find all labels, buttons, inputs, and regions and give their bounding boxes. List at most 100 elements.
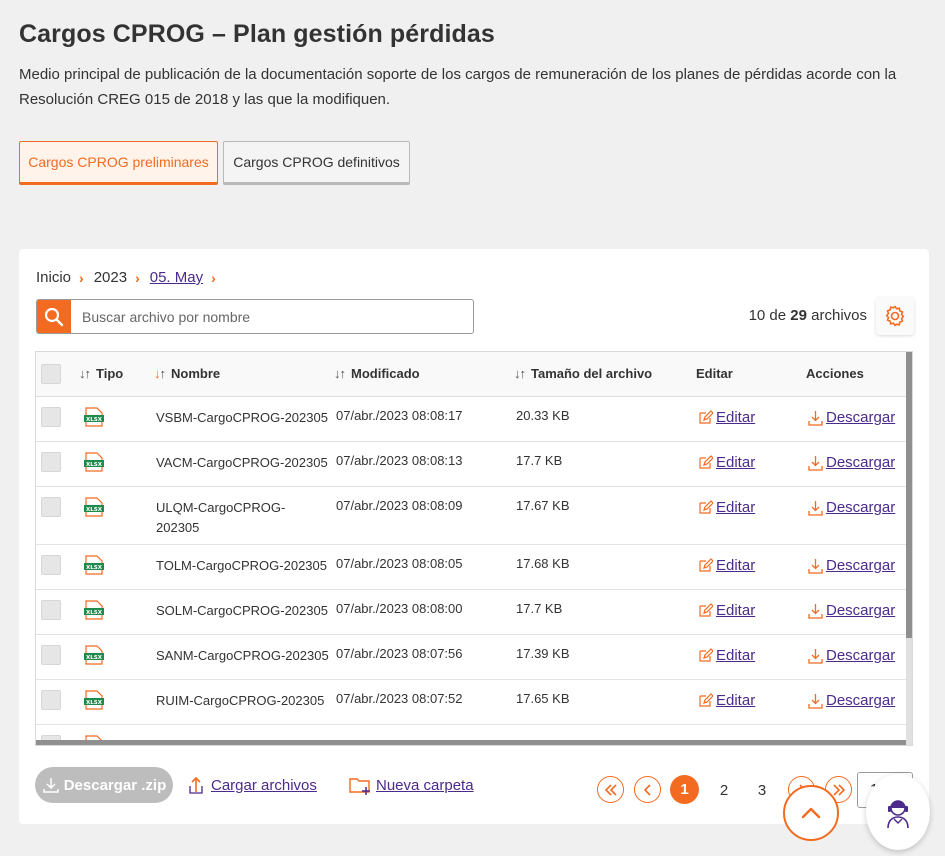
xlsx-file-icon: XLSX [84,600,104,620]
svg-text:XLSX: XLSX [86,700,103,706]
svg-text:XLSX: XLSX [86,565,103,571]
files-table: ↓↑ Tipo ↓↑ Nombre ↓↑ Modificado ↓↑ Tamañ… [35,351,913,746]
download-link[interactable]: Descargar [808,692,895,709]
edit-link[interactable]: Editar [698,557,755,574]
file-name[interactable]: TOLM-CargoCPROG-202305 [156,556,331,576]
download-icon [808,648,823,664]
row-checkbox[interactable] [41,645,61,665]
page-2-button[interactable]: 2 [709,776,739,804]
edit-link[interactable]: Editar [698,602,755,619]
tab-cargos-definitivos[interactable]: Cargos CPROG definitivos [223,141,410,185]
download-icon [808,410,823,426]
file-name[interactable]: VSBM-CargoCPROG-202305 [156,408,331,428]
horizontal-scrollbar[interactable] [36,740,906,745]
sort-icon: ↓↑ [334,366,346,381]
edit-link[interactable]: Editar [698,499,755,516]
row-checkbox[interactable] [41,555,61,575]
xlsx-file-icon: XLSX [84,497,104,517]
search-icon [44,307,64,326]
svg-text:XLSX: XLSX [86,507,103,513]
download-icon [808,500,823,516]
upload-files-link[interactable]: Cargar archivos [187,775,317,795]
row-checkbox[interactable] [41,407,61,427]
header-editar: Editar [696,366,733,381]
edit-link[interactable]: Editar [698,647,755,664]
header-modificado[interactable]: ↓↑ Modificado [334,366,420,381]
page-title: Cargos CPROG – Plan gestión pérdidas [19,20,495,48]
download-icon [42,778,59,793]
table-row: XLSX RUIM-CargoCPROG-202305 07/abr./2023… [36,680,906,725]
download-link[interactable]: Descargar [808,647,895,664]
table-row: XLSX SANM-CargoCPROG-202305 07/abr./2023… [36,635,906,680]
file-modified: 07/abr./2023 08:08:09 [336,498,463,513]
header-tipo[interactable]: ↓↑ Tipo [79,366,123,381]
gear-icon [885,305,905,327]
scroll-to-top-button[interactable] [783,785,839,841]
settings-button[interactable] [876,297,914,335]
page-description: Medio principal de publicación de la doc… [19,66,897,108]
xlsx-file-icon: XLSX [84,690,104,710]
file-size: 17.67 KB [516,498,570,513]
row-checkbox[interactable] [41,452,61,472]
header-acciones: Acciones [806,366,864,381]
file-name[interactable]: RUIM-CargoCPROG-202305 [156,691,331,711]
svg-text:XLSX: XLSX [86,462,103,468]
xlsx-file-icon: XLSX [84,452,104,472]
chevron-right-icon: › [211,269,216,286]
edit-link[interactable]: Editar [698,692,755,709]
row-checkbox[interactable] [41,690,61,710]
file-name[interactable]: VACM-CargoCPROG-202305 [156,453,331,473]
file-modified: 07/abr./2023 08:08:00 [336,601,463,616]
file-name[interactable]: SANM-CargoCPROG-202305 [156,646,331,666]
table-row: XLSX TOLM-CargoCPROG-202305 07/abr./2023… [36,545,906,590]
download-link[interactable]: Descargar [808,557,895,574]
edit-link[interactable]: Editar [698,409,755,426]
edit-link[interactable]: Editar [698,454,755,471]
breadcrumb-month[interactable]: 05. May [150,269,203,286]
file-name[interactable]: SOLM-CargoCPROG-202305 [156,601,331,621]
breadcrumb-year[interactable]: 2023 [94,269,127,286]
row-checkbox[interactable] [41,497,61,517]
file-size: 20.33 KB [516,408,570,423]
header-nombre[interactable]: ↓↑ Nombre [154,366,220,381]
page-1-button[interactable]: 1 [670,775,699,804]
table-header: ↓↑ Tipo ↓↑ Nombre ↓↑ Modificado ↓↑ Tamañ… [36,352,906,397]
download-link[interactable]: Descargar [808,499,895,516]
download-zip-button[interactable]: Descargar .zip [35,767,173,803]
page-3-button[interactable]: 3 [747,776,777,804]
file-size: 17.68 KB [516,556,570,571]
prev-page-button[interactable] [634,776,661,803]
edit-icon [699,648,713,662]
vertical-scrollbar[interactable] [906,352,912,745]
row-checkbox[interactable] [41,600,61,620]
download-link[interactable]: Descargar [808,602,895,619]
edit-icon [699,693,713,707]
download-link[interactable]: Descargar [808,454,895,471]
search-button[interactable] [37,300,71,333]
select-all-checkbox[interactable] [41,364,61,384]
download-icon [808,603,823,619]
xlsx-file-icon: XLSX [84,645,104,665]
file-modified: 07/abr./2023 08:08:05 [336,556,463,571]
first-page-button[interactable] [597,776,624,803]
file-size: 17.7 KB [516,453,563,468]
tab-cargos-preliminares[interactable]: Cargos CPROG preliminares [19,141,218,185]
file-modified: 07/abr./2023 08:08:17 [336,408,463,423]
file-manager-card: Inicio › 2023 › 05. May › 10 de 29 archi… [19,249,929,824]
file-count: 10 de 29 archivos [748,307,867,324]
breadcrumb: Inicio › 2023 › 05. May › [36,269,226,286]
search-input[interactable] [71,300,473,333]
virtual-assistant-button[interactable] [866,774,930,850]
download-icon [808,558,823,574]
header-tamano[interactable]: ↓↑ Tamaño del archivo [514,366,652,381]
download-link[interactable]: Descargar [808,409,895,426]
file-modified: 07/abr./2023 08:07:56 [336,646,463,661]
table-row: XLSX SOLM-CargoCPROG-202305 07/abr./2023… [36,590,906,635]
file-name[interactable]: ULQM-CargoCPROG- 202305 [156,498,331,538]
breadcrumb-inicio[interactable]: Inicio [36,269,71,286]
assistant-avatar-icon [887,800,909,829]
search-box [36,299,474,334]
table-row: XLSX VSBM-CargoCPROG-202305 07/abr./2023… [36,397,906,442]
new-folder-link[interactable]: Nueva carpeta [349,775,474,795]
table-row: XLSX VACM-CargoCPROG-202305 07/abr./2023… [36,442,906,487]
